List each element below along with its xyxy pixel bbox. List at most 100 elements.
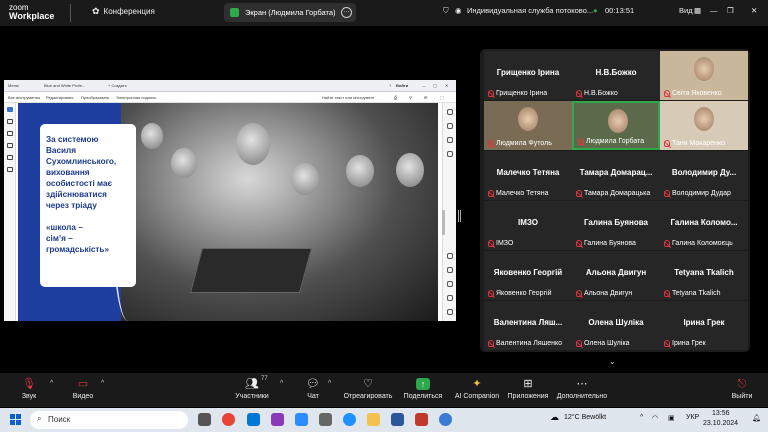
- participant-tile[interactable]: Tetyana Tkalich Tetyana Tkalich: [660, 251, 748, 300]
- participant-tile[interactable]: Малечко Тетяна Малечко Тетяна: [484, 151, 572, 200]
- clock-time[interactable]: 13:56: [712, 410, 730, 417]
- chevron-up-icon[interactable]: ^: [328, 380, 331, 387]
- taskbar-search[interactable]: ⌕ Поиск: [30, 411, 188, 429]
- page-icon[interactable]: [447, 295, 453, 301]
- mic-muted-icon: [664, 340, 670, 347]
- pdf-doc-tab[interactable]: Blue and White Profe...: [44, 83, 85, 88]
- conference-info-button[interactable]: ✿ Конференция: [92, 6, 155, 17]
- participant-tile[interactable]: Грищенко Ірина Грищенко Ірина: [484, 51, 572, 100]
- participant-tile[interactable]: Таня Макаренко: [660, 101, 748, 150]
- side-tool-icon[interactable]: [447, 109, 453, 115]
- zoom-out-icon[interactable]: [447, 267, 453, 273]
- chevron-up-icon[interactable]: ^: [280, 380, 283, 387]
- fit-icon[interactable]: [447, 309, 453, 315]
- stamp-tool-icon[interactable]: [7, 167, 13, 172]
- task-view-icon[interactable]: [198, 413, 211, 426]
- zoom-taskbar-icon[interactable]: [295, 413, 308, 426]
- chevron-up-icon[interactable]: ^: [50, 380, 53, 387]
- notification-icon[interactable]: 🔔︎: [752, 414, 761, 422]
- rotate-icon[interactable]: [447, 281, 453, 287]
- pdf-scrollbar[interactable]: [442, 210, 445, 235]
- participant-tile[interactable]: Ірина Грек Ірина Грек: [660, 301, 748, 350]
- participant-tile[interactable]: Тамара Домарац... Тамара Домарацька: [572, 151, 660, 200]
- close-icon[interactable]: ✕: [751, 6, 757, 15]
- participant-tile[interactable]: Олена Шуліка Олена Шуліка: [572, 301, 660, 350]
- weather-icon[interactable]: ☁: [550, 412, 559, 423]
- zoom-in-icon[interactable]: [447, 253, 453, 259]
- participant-tile[interactable]: Володимир Ду... Володимир Дудар: [660, 151, 748, 200]
- ai-companion-button[interactable]: ✦ AI Companion: [453, 378, 501, 400]
- view-button[interactable]: Вид: [679, 6, 693, 15]
- mail-icon[interactable]: [247, 413, 260, 426]
- chat-button[interactable]: 💬︎ Чат: [301, 378, 325, 400]
- acrobat-icon[interactable]: [415, 413, 428, 426]
- participant-tile[interactable]: Світа Яковенко: [660, 51, 748, 100]
- windows-start-icon[interactable]: [10, 414, 21, 425]
- participant-tile[interactable]: Валентина Ляш... Валентина Ляшенко: [484, 301, 572, 350]
- participant-tile[interactable]: Н.В.Божко Н.В.Божко: [572, 51, 660, 100]
- share-button[interactable]: ↑ Поделиться: [402, 378, 444, 400]
- globe-icon[interactable]: ◉: [455, 6, 462, 15]
- pdf-signin[interactable]: Войти: [396, 83, 408, 88]
- participant-tile[interactable]: Альона Двигун Альона Двигун: [572, 251, 660, 300]
- pdf-print-icon[interactable]: ⎙: [394, 95, 397, 100]
- chrome-icon[interactable]: [222, 413, 235, 426]
- edge-icon[interactable]: [343, 413, 356, 426]
- taskbar-app-icon[interactable]: [439, 413, 452, 426]
- minimize-icon[interactable]: —: [710, 6, 718, 15]
- more-button[interactable]: ⋯ Дополнительно: [554, 378, 610, 400]
- pdf-min-icon[interactable]: —: [422, 83, 426, 88]
- word-icon[interactable]: [391, 413, 404, 426]
- pdf-find[interactable]: Найти текст или инструмент: [322, 95, 375, 100]
- taskbar-app-icon[interactable]: [319, 413, 332, 426]
- maximize-icon[interactable]: ❐: [727, 6, 734, 15]
- shield-icon[interactable]: ⛉: [443, 6, 449, 16]
- explorer-icon[interactable]: [367, 413, 380, 426]
- participant-tile[interactable]: Людмила Горбата: [572, 101, 660, 150]
- side-tool-icon[interactable]: [447, 137, 453, 143]
- participant-tile[interactable]: Людмила Футоль: [484, 101, 572, 150]
- leave-button[interactable]: ⎋ Выйти: [727, 378, 757, 400]
- pdf-tool-sign[interactable]: Электронная подпись: [116, 95, 156, 100]
- participant-tile[interactable]: Яковенко Георгій Яковенко Георгій: [484, 251, 572, 300]
- pdf-tool-edit[interactable]: Редактировать: [46, 95, 74, 100]
- clock-date[interactable]: 23.10.2024: [703, 420, 738, 427]
- participant-tile[interactable]: Галина Коломо... Галина Коломоєць: [660, 201, 748, 250]
- participant-tile[interactable]: ІМЗО ІМЗО: [484, 201, 572, 250]
- apps-button[interactable]: ⊞ Приложения: [505, 378, 551, 400]
- participant-tile[interactable]: Галина Буянова Галина Буянова: [572, 201, 660, 250]
- select-tool-icon[interactable]: [7, 107, 13, 112]
- weather-text[interactable]: 12°C Bewölkt: [564, 414, 606, 421]
- pdf-close-icon[interactable]: ✕: [445, 83, 448, 88]
- side-tool-icon[interactable]: [447, 123, 453, 129]
- pdf-tool-all[interactable]: Все инструменты: [8, 95, 40, 100]
- pdf-max-icon[interactable]: ▢: [433, 83, 437, 88]
- help-icon[interactable]: ?: [389, 83, 391, 88]
- wifi-icon[interactable]: ◠: [652, 414, 658, 422]
- mute-button[interactable]: 🎙︎ Звук: [14, 378, 44, 400]
- text-tool-icon[interactable]: [7, 143, 13, 148]
- side-tool-icon[interactable]: [447, 151, 453, 157]
- chevron-down-icon[interactable]: ⌄: [609, 357, 616, 366]
- chevron-up-icon[interactable]: ^: [101, 380, 104, 387]
- pen-tool-icon[interactable]: [7, 131, 13, 136]
- react-button[interactable]: ♡ Отреагировать: [342, 378, 394, 400]
- screen-share-pill[interactable]: Экран (Людмила Горбата) ···: [224, 3, 356, 22]
- pdf-link-icon[interactable]: ⚲: [409, 95, 412, 100]
- translation-label[interactable]: Индивидуальная служба потоково...: [467, 6, 593, 15]
- view-grid-icon[interactable]: ▦: [694, 6, 701, 15]
- video-button[interactable]: ▭ Видео: [68, 378, 98, 400]
- signature-tool-icon[interactable]: [7, 155, 13, 160]
- language-indicator[interactable]: УКР: [686, 414, 699, 421]
- tray-chevron-icon[interactable]: ^: [640, 414, 643, 421]
- comment-tool-icon[interactable]: [7, 119, 13, 124]
- splitter-handle[interactable]: [458, 210, 461, 222]
- tray-app-icon[interactable]: ▣: [668, 414, 675, 422]
- pdf-menu-tab[interactable]: Меню: [8, 83, 19, 88]
- pdf-save-icon[interactable]: ⬚: [440, 95, 444, 100]
- viber-icon[interactable]: [271, 413, 284, 426]
- pdf-tool-convert[interactable]: Преобразовать: [81, 95, 109, 100]
- pdf-new-tab[interactable]: + Создать: [108, 83, 127, 88]
- more-icon[interactable]: ···: [341, 7, 352, 18]
- pdf-mail-icon[interactable]: ✉: [424, 95, 427, 100]
